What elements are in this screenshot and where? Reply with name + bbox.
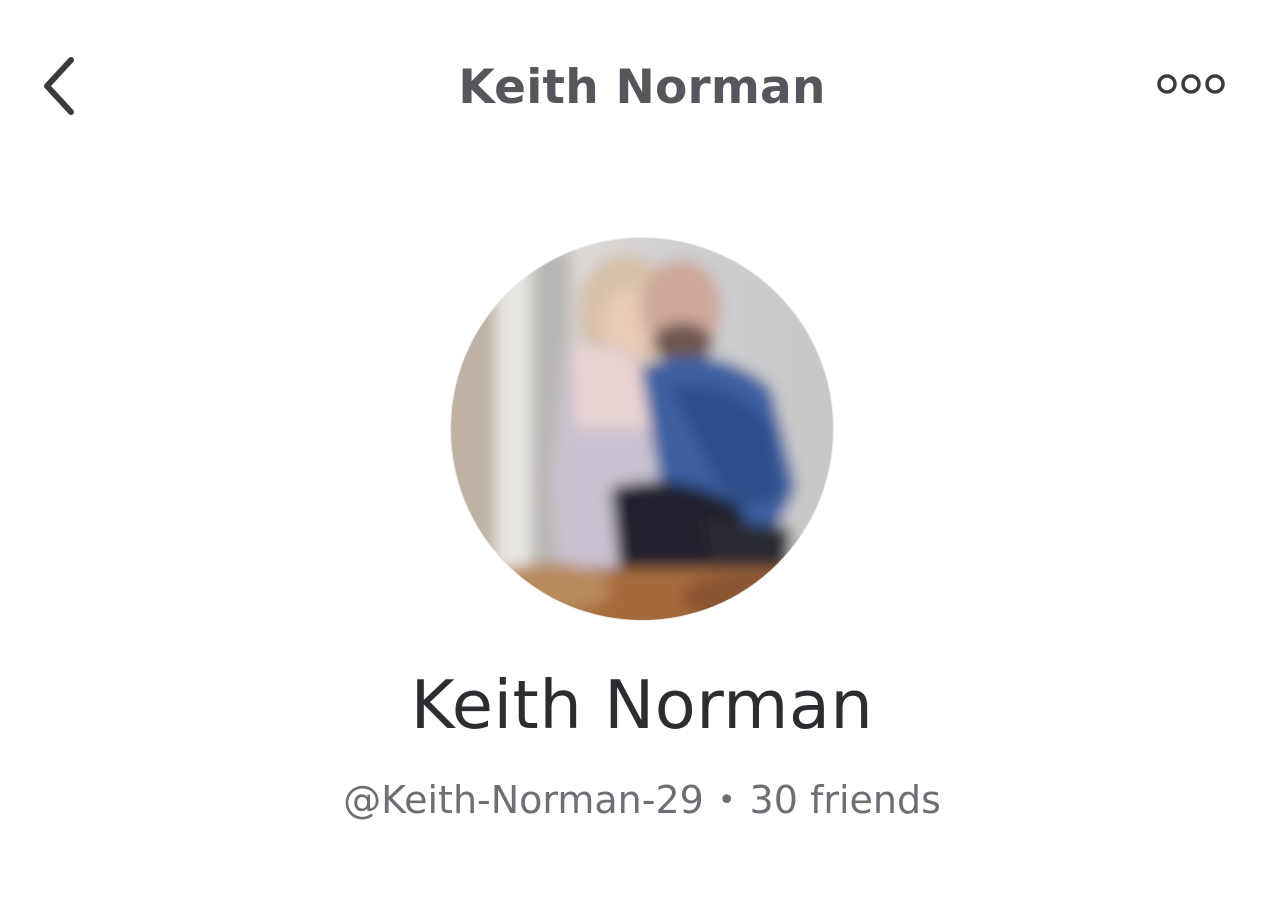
profile-name: Keith Norman [410,666,874,744]
profile-avatar[interactable] [451,238,833,620]
separator-dot: • [717,783,736,818]
username: @Keith-Norman-29 [343,778,704,822]
profile-meta: @Keith-Norman-29 • 30 friends [0,775,1284,826]
more-options-button[interactable] [1148,60,1236,112]
friends-count-link[interactable]: 30 friends [750,778,941,822]
header-title: Keith Norman [458,60,826,115]
ellipsis-icon [1157,70,1227,102]
top-navigation-bar: Keith Norman [0,0,1284,180]
